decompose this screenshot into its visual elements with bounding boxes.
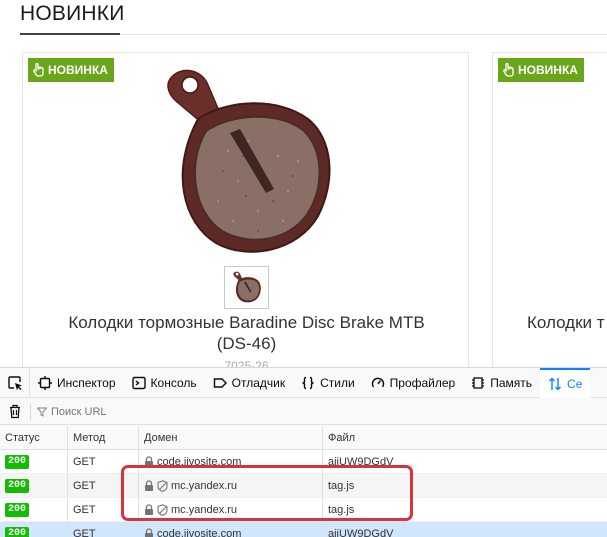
product-name-line-1[interactable]: Колодки тормозные Baradine Disc Brake MT… [23, 312, 468, 333]
devtools-tabbar: Инспектор Консоль Отладчик Стили Профайл… [0, 367, 607, 398]
tab-inspector-label: Инспектор [57, 375, 116, 390]
tab-memory[interactable]: Память [463, 368, 540, 398]
profiler-icon [371, 377, 384, 387]
product-name[interactable]: Колодки т [527, 312, 605, 333]
lock-icon [145, 528, 153, 537]
clear-button[interactable] [0, 404, 30, 419]
tab-inspector[interactable]: Инспектор [30, 368, 124, 398]
element-picker-button[interactable] [0, 367, 30, 398]
product-card[interactable]: НОВИНКА Колодки т [492, 52, 607, 382]
hand-pointer-icon [33, 63, 44, 77]
request-method: GET [68, 522, 139, 537]
trash-icon [10, 404, 20, 419]
new-badge-label: НОВИНКА [48, 63, 108, 77]
table-row[interactable]: 200 GET code.jivosite.com ajiUW9DGdV [0, 522, 607, 537]
tab-network[interactable]: Се [540, 367, 591, 398]
url-filter-input[interactable] [51, 405, 251, 418]
hand-pointer-icon [503, 63, 514, 77]
tab-debugger[interactable]: Отладчик [205, 368, 293, 398]
new-badge-label: НОВИНКА [518, 63, 578, 77]
tab-network-label: Се [567, 376, 583, 391]
status-badge: 200 [5, 454, 30, 469]
column-header-method[interactable]: Метод [68, 426, 139, 449]
section-divider [120, 34, 607, 35]
network-icon [549, 377, 562, 390]
section-title: НОВИНКИ [20, 2, 125, 25]
network-toolbar [0, 399, 607, 425]
section-title-underline [20, 33, 120, 35]
inspector-icon [38, 375, 52, 390]
tab-style-editor-label: Стили [320, 375, 355, 390]
filter-icon [37, 407, 47, 417]
tab-console-label: Консоль [150, 375, 197, 390]
style-editor-icon [302, 376, 314, 389]
product-thumbnail[interactable] [224, 266, 269, 309]
tab-style-editor[interactable]: Стили [293, 368, 363, 398]
request-domain: code.jivosite.com [157, 527, 242, 537]
table-header: Статус Метод Домен Файл [0, 426, 607, 450]
product-name[interactable]: Колодки тормозные Baradine Disc Brake MT… [23, 312, 468, 354]
tab-profiler[interactable]: Профайлер [363, 368, 464, 398]
debugger-icon [213, 377, 227, 388]
status-badge: 200 [5, 478, 30, 493]
product-card[interactable]: НОВИНКА Колодки тормозные Baradine Disc … [22, 52, 469, 382]
toolbar-separator [30, 403, 31, 420]
element-picker-icon [7, 375, 22, 390]
new-badge: НОВИНКА [28, 58, 114, 82]
request-file: ajiUW9DGdV [328, 527, 394, 537]
product-image[interactable] [158, 61, 338, 261]
column-header-file[interactable]: Файл [323, 426, 607, 449]
tab-debugger-label: Отладчик [231, 375, 286, 390]
console-icon [131, 376, 146, 389]
tab-profiler-label: Профайлер [389, 375, 456, 390]
tab-memory-label: Память [490, 375, 533, 390]
product-name-line-2[interactable]: (DS-46) [23, 333, 468, 354]
new-badge: НОВИНКА [498, 58, 584, 82]
status-badge: 200 [5, 526, 30, 537]
memory-icon [472, 376, 485, 389]
column-header-domain[interactable]: Домен [139, 426, 323, 449]
column-header-status[interactable]: Статус [0, 426, 68, 449]
annotation-highlight-box [121, 465, 413, 521]
thumbnail-image [232, 271, 261, 303]
status-badge: 200 [5, 502, 30, 517]
tab-console[interactable]: Консоль [124, 368, 205, 398]
